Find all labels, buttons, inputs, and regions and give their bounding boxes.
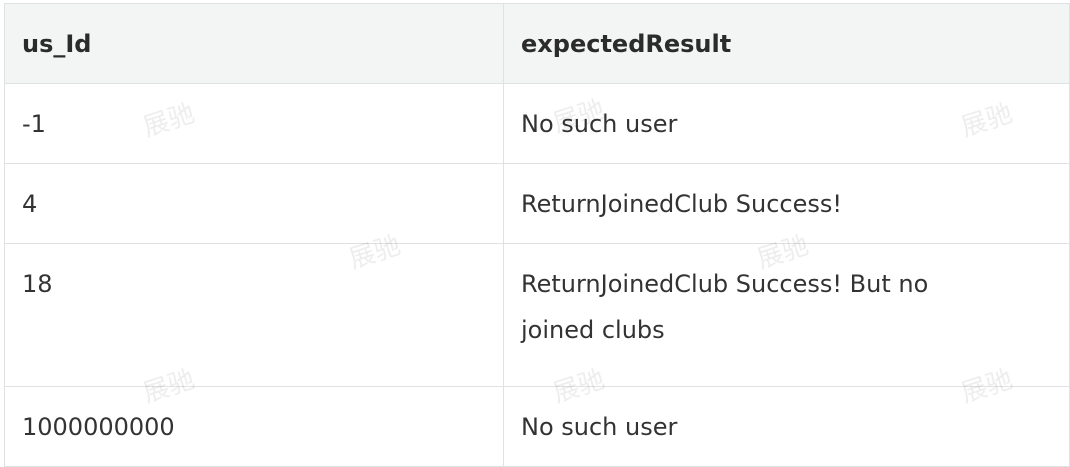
cell-expected-result: ReturnJoinedClub Success! But no joined … [503, 243, 1070, 387]
cell-expected-result: No such user [503, 83, 1070, 164]
header-us-id: us_Id [4, 3, 504, 84]
cell-expected-result: ReturnJoinedClub Success! [503, 163, 1070, 244]
test-case-table: us_Id expectedResult -1 No such user 4 R… [4, 3, 1070, 467]
cell-us-id: 4 [4, 163, 504, 244]
cell-us-id: -1 [4, 83, 504, 164]
header-expected-result: expectedResult [503, 3, 1070, 84]
table-header-row: us_Id expectedResult [4, 3, 1070, 84]
table-row: 1000000000 No such user [4, 386, 1070, 467]
table-row: 4 ReturnJoinedClub Success! [4, 163, 1070, 244]
cell-us-id: 18 [4, 243, 504, 387]
table-row: -1 No such user [4, 83, 1070, 164]
cell-us-id: 1000000000 [4, 386, 504, 467]
table-row: 18 ReturnJoinedClub Success! But no join… [4, 243, 1070, 387]
cell-expected-result: No such user [503, 386, 1070, 467]
